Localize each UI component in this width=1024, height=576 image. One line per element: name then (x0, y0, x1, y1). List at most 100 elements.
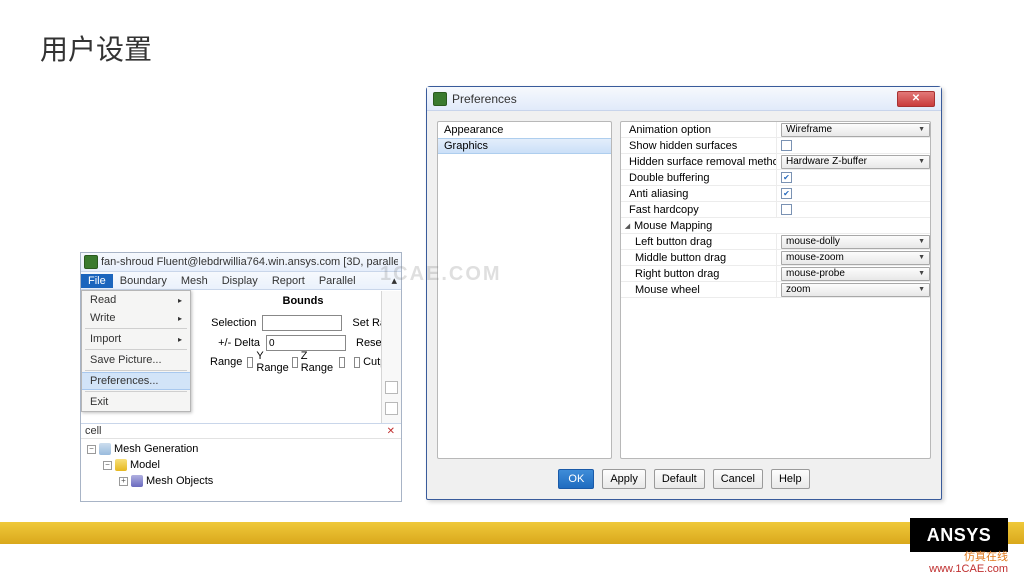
menu-parallel[interactable]: Parallel (312, 274, 363, 288)
submenu-arrow-icon: ▸ (178, 314, 182, 323)
menu-mesh[interactable]: Mesh (174, 274, 215, 288)
y-range-checkbox[interactable] (292, 357, 298, 368)
preferences-dialog: Preferences ✕ Appearance Graphics Animat… (426, 86, 942, 500)
fluent-window: fan-shroud Fluent@lebdrwillia764.win.ans… (80, 252, 402, 502)
bounds-selection-label: Selection (205, 317, 256, 329)
file-import[interactable]: Import▸ (82, 330, 190, 348)
group-collapse-icon[interactable]: ◢ (623, 221, 632, 230)
menu-boundary[interactable]: Boundary (113, 274, 174, 288)
dropdown-caret-icon: ▼ (918, 286, 925, 293)
category-appearance[interactable]: Appearance (438, 122, 611, 138)
fluent-titlebar: fan-shroud Fluent@lebdrwillia764.win.ans… (81, 253, 401, 272)
file-preferences[interactable]: Preferences... (82, 372, 190, 390)
prop-label-mouse-mapping: Mouse Mapping (632, 220, 930, 232)
prop-label-right-drag: Right button drag (621, 268, 776, 280)
file-exit[interactable]: Exit (82, 393, 190, 411)
preferences-categories-panel: Appearance Graphics (437, 121, 612, 459)
footer-gold-bar (0, 522, 1024, 544)
bounds-selection-input[interactable] (262, 315, 342, 331)
tree-node-model[interactable]: − Model (85, 457, 397, 473)
right-button-drag-select[interactable]: mouse-probe▼ (781, 267, 930, 281)
tool-line-icon[interactable] (385, 402, 398, 415)
left-button-drag-select[interactable]: mouse-dolly▼ (781, 235, 930, 249)
file-read[interactable]: Read▸ (82, 291, 190, 309)
anti-aliasing-checkbox[interactable]: ✔ (781, 188, 792, 199)
file-dropdown: Read▸ Write▸ Import▸ Save Picture... Pre… (81, 290, 191, 412)
fluent-tree-panel: cell ✕ − Mesh Generation − Model + Mesh … (81, 423, 401, 501)
tree-node-label: Mesh Objects (146, 475, 213, 487)
prop-label-show-hidden: Show hidden surfaces (621, 140, 776, 152)
footer-url: www.1CAE.com (929, 563, 1008, 576)
menu-separator (85, 349, 187, 350)
footer-cn: 仿真在线 (929, 551, 1008, 564)
submenu-arrow-icon: ▸ (178, 335, 182, 344)
expand-icon[interactable]: + (119, 477, 128, 486)
menu-separator (85, 328, 187, 329)
tool-cursor-icon[interactable] (385, 381, 398, 394)
cancel-button[interactable]: Cancel (713, 469, 763, 489)
slide-title: 用户设置 (40, 28, 152, 68)
app-icon (84, 255, 98, 269)
dropdown-caret-icon: ▼ (918, 254, 925, 261)
show-hidden-checkbox[interactable] (781, 140, 792, 151)
fluent-menubar: File Boundary Mesh Display Report Parall… (81, 272, 401, 290)
default-button[interactable]: Default (654, 469, 705, 489)
apply-button[interactable]: Apply (602, 469, 646, 489)
menu-separator (85, 370, 187, 371)
prop-label-mouse-wheel: Mouse wheel (621, 284, 776, 296)
submenu-arrow-icon: ▸ (178, 296, 182, 305)
menu-overflow-icon[interactable]: ▴ (384, 273, 401, 288)
prop-label-fast-hardcopy: Fast hardcopy (621, 204, 776, 216)
prop-label-animation-option: Animation option (621, 124, 776, 136)
fluent-title-text: fan-shroud Fluent@lebdrwillia764.win.ans… (101, 256, 398, 268)
tree-close-icon[interactable]: ✕ (387, 426, 397, 437)
preferences-titlebar: Preferences ✕ (427, 87, 941, 111)
cutplane-checkbox[interactable] (354, 357, 360, 368)
bounds-delta-label: +/- Delta (205, 337, 260, 349)
z-range-label: Z Range (301, 350, 333, 374)
fast-hardcopy-checkbox[interactable] (781, 204, 792, 215)
menu-report[interactable]: Report (265, 274, 312, 288)
prop-label-left-drag: Left button drag (621, 236, 776, 248)
window-close-button[interactable]: ✕ (897, 91, 935, 107)
bounds-title: Bounds (205, 295, 401, 307)
file-save-picture[interactable]: Save Picture... (82, 351, 190, 369)
menu-display[interactable]: Display (215, 274, 265, 288)
dropdown-caret-icon: ▼ (918, 158, 925, 165)
x-range-checkbox[interactable] (247, 357, 253, 368)
model-icon (115, 459, 127, 471)
tree-header-text: cell (85, 425, 102, 437)
ansys-logo: ANSYS (910, 518, 1008, 552)
bounds-delta-input[interactable] (266, 335, 346, 351)
animation-option-select[interactable]: Wireframe▼ (781, 123, 930, 137)
footer-text: 仿真在线 www.1CAE.com (929, 551, 1008, 576)
dropdown-caret-icon: ▼ (918, 238, 925, 245)
tree-node-mesh-objects[interactable]: + Mesh Objects (85, 473, 397, 489)
tree-node-label: Mesh Generation (114, 443, 198, 455)
prop-group-mouse-mapping[interactable]: ◢ Mouse Mapping (621, 218, 930, 234)
dropdown-caret-icon: ▼ (918, 270, 925, 277)
mesh-icon (99, 443, 111, 455)
prop-label-anti-aliasing: Anti aliasing (621, 188, 776, 200)
ok-button[interactable]: OK (558, 469, 594, 489)
preferences-button-bar: OK Apply Default Cancel Help (427, 469, 941, 489)
category-graphics[interactable]: Graphics (438, 138, 611, 154)
dropdown-caret-icon: ▼ (918, 126, 925, 133)
double-buffering-checkbox[interactable]: ✔ (781, 172, 792, 183)
preferences-title-text: Preferences (452, 92, 517, 106)
tree-node-mesh-generation[interactable]: − Mesh Generation (85, 441, 397, 457)
z-range-checkbox[interactable] (339, 357, 345, 368)
mouse-wheel-select[interactable]: zoom▼ (781, 283, 930, 297)
collapse-icon[interactable]: − (87, 445, 96, 454)
menu-file[interactable]: File (81, 274, 113, 288)
mesh-object-icon (131, 475, 143, 487)
y-range-label: Y Range (256, 350, 288, 374)
prop-label-middle-drag: Middle button drag (621, 252, 776, 264)
help-button[interactable]: Help (771, 469, 810, 489)
hsr-method-select[interactable]: Hardware Z-buffer▼ (781, 155, 930, 169)
file-write[interactable]: Write▸ (82, 309, 190, 327)
bounds-reset[interactable]: Rese (356, 337, 382, 349)
middle-button-drag-select[interactable]: mouse-zoom▼ (781, 251, 930, 265)
tree-node-label: Model (130, 459, 160, 471)
collapse-icon[interactable]: − (103, 461, 112, 470)
